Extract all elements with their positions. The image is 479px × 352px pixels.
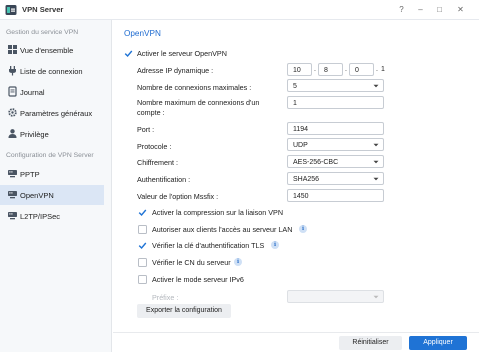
log-icon [8, 86, 17, 97]
sidebar-item-overview[interactable]: Vue d'ensemble [0, 40, 104, 60]
ipv6-mode-checkbox[interactable] [138, 275, 147, 284]
enable-openvpn-checkbox[interactable] [124, 49, 133, 58]
chevron-down-icon [373, 160, 379, 164]
prefix-select[interactable] [287, 290, 384, 303]
sidebar-item-label: L2TP/IPSec [20, 212, 61, 221]
max-per-account-label-line1: Nombre maximum de connexions d'un [137, 98, 260, 107]
enable-openvpn-label: Activer le serveur OpenVPN [137, 49, 227, 58]
sidebar-section-config: Configuration de VPN Server [6, 152, 94, 159]
network-icon [8, 191, 17, 199]
prefix-label: Préfixe : [152, 293, 179, 302]
sidebar-item-label: Vue d'ensemble [20, 46, 74, 55]
compression-label: Activer la compression sur la liaison VP… [152, 208, 284, 217]
sidebar-item-log[interactable]: Journal [0, 82, 104, 102]
reset-button[interactable]: Réinitialiser [339, 336, 402, 350]
main-panel: OpenVPN Activer le serveur OpenVPN Adres… [113, 20, 479, 332]
network-icon [8, 212, 17, 220]
sidebar-section-service: Gestion du service VPN [6, 29, 79, 36]
mssfix-label: Valeur de l'option Mssfix : [137, 192, 219, 201]
compression-checkbox[interactable] [138, 208, 147, 217]
sidebar-item-label: Privilège [20, 130, 49, 139]
sidebar: Gestion du service VPN Vue d'ensemble Li… [0, 20, 112, 352]
network-icon [8, 170, 17, 178]
footer-bar: Réinitialiser Appliquer [113, 332, 479, 352]
tls-auth-checkbox[interactable] [138, 241, 147, 250]
max-connections-label: Nombre de connexions maximales : [137, 83, 252, 92]
chevron-down-icon [373, 177, 379, 181]
chevron-down-icon [373, 295, 379, 299]
max-per-account-input[interactable]: 1 [287, 96, 384, 109]
max-connections-select[interactable]: 5 [287, 79, 384, 92]
chevron-down-icon [373, 143, 379, 147]
tls-auth-label: Vérifier la clé d'authentification TLS [152, 241, 265, 250]
ip-dot: . [345, 66, 347, 73]
sidebar-item-label: PPTP [20, 170, 40, 179]
sidebar-item-label: OpenVPN [20, 191, 54, 200]
protocol-label: Protocole : [137, 142, 172, 151]
sidebar-item-privilege[interactable]: Privilège [0, 124, 104, 144]
sidebar-item-label: Journal [20, 88, 45, 97]
ip-octet-2-input[interactable]: 8 [318, 63, 343, 76]
info-icon[interactable]: i [299, 225, 307, 233]
sidebar-item-openvpn[interactable]: OpenVPN [0, 185, 104, 205]
ip-octet-4-value: 1 [381, 66, 385, 73]
gear-icon [8, 108, 17, 117]
chevron-down-icon [373, 84, 379, 88]
ip-dot: . [314, 66, 316, 73]
export-config-button[interactable]: Exporter la configuration [137, 304, 231, 318]
port-label: Port : [137, 125, 155, 134]
user-icon [8, 129, 17, 138]
ipv6-mode-label: Activer le mode serveur IPv6 [152, 275, 244, 284]
mssfix-input[interactable]: 1450 [287, 189, 384, 202]
lan-access-checkbox[interactable] [138, 225, 147, 234]
close-button[interactable]: ✕ [455, 4, 466, 15]
page-title: OpenVPN [124, 29, 161, 38]
window-title: VPN Server [22, 5, 64, 14]
sidebar-item-l2tp-ipsec[interactable]: L2TP/IPSec [0, 206, 104, 226]
ip-dot: . [376, 66, 378, 73]
verify-cn-checkbox[interactable] [138, 258, 147, 267]
protocol-select[interactable]: UDP [287, 138, 384, 151]
encryption-label: Chiffrement : [137, 158, 179, 167]
minimize-button[interactable]: – [415, 4, 426, 15]
sidebar-item-label: Liste de connexion [20, 67, 83, 76]
dynamic-ip-label: Adresse IP dynamique : [137, 66, 214, 75]
title-bar: VPN Server ? – □ ✕ [0, 0, 479, 20]
sidebar-item-label: Paramètres généraux [20, 109, 93, 118]
maximize-button[interactable]: □ [434, 4, 445, 15]
info-icon[interactable]: i [234, 258, 242, 266]
info-icon[interactable]: i [271, 241, 279, 249]
verify-cn-label: Vérifier le CN du serveur [152, 258, 231, 267]
encryption-select[interactable]: AES-256-CBC [287, 155, 384, 168]
max-per-account-label-line2: compte : [137, 108, 165, 117]
port-input[interactable]: 1194 [287, 122, 384, 135]
vpn-server-app-icon [5, 5, 17, 15]
sidebar-item-connection-list[interactable]: Liste de connexion [0, 61, 104, 81]
plug-icon [9, 66, 16, 76]
sidebar-item-pptp[interactable]: PPTP [0, 164, 104, 184]
apply-button[interactable]: Appliquer [409, 336, 467, 350]
ip-octet-1-input[interactable]: 10 [287, 63, 312, 76]
lan-access-label: Autoriser aux clients l'accès au serveur… [152, 225, 293, 234]
overview-icon [8, 45, 17, 54]
help-button[interactable]: ? [396, 4, 407, 15]
sidebar-item-general-settings[interactable]: Paramètres généraux [0, 103, 104, 123]
ip-octet-3-input[interactable]: 0 [349, 63, 374, 76]
authentication-select[interactable]: SHA256 [287, 172, 384, 185]
authentication-label: Authentification : [137, 175, 191, 184]
